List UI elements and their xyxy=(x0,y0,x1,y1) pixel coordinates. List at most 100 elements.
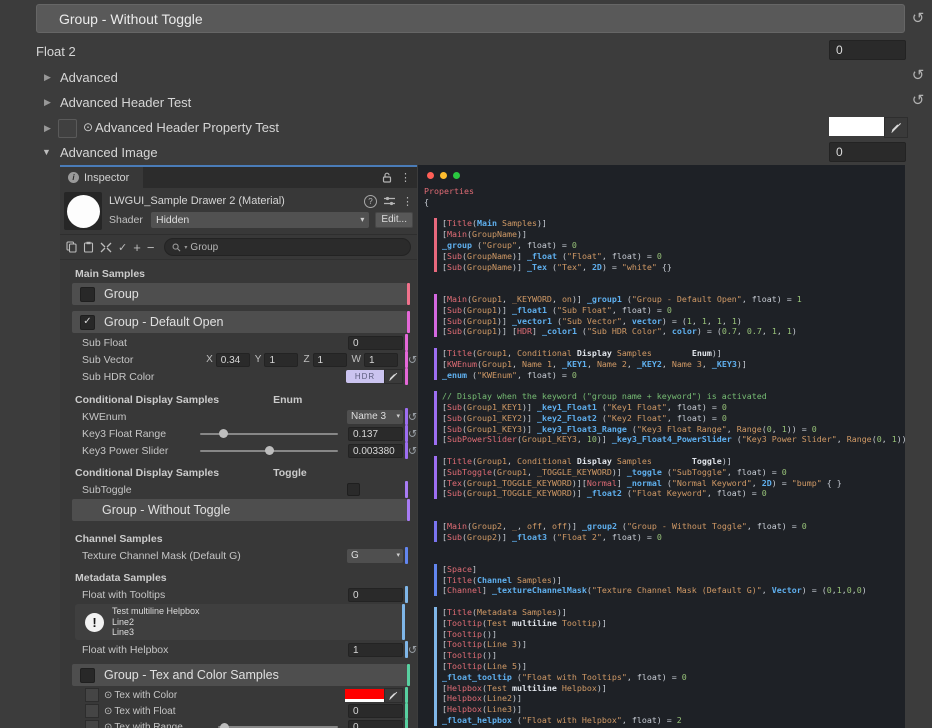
group-checkbox[interactable] xyxy=(80,287,95,302)
chevron-down-icon[interactable]: ▼ xyxy=(42,147,51,157)
group-checkbox[interactable]: ✓ xyxy=(80,315,95,330)
value-field[interactable]: 1 xyxy=(348,643,403,657)
foldout-label[interactable]: Advanced xyxy=(60,70,118,85)
color-swatch[interactable] xyxy=(345,689,384,702)
plus-icon[interactable]: + xyxy=(133,240,141,255)
group-header[interactable]: ✓Group - Default Open xyxy=(72,311,407,333)
revert-icon[interactable]: ↺ xyxy=(910,11,926,27)
section-label: Conditional Display SamplesToggle xyxy=(60,465,417,481)
copy-icon[interactable] xyxy=(66,241,77,253)
material-preview[interactable] xyxy=(64,192,102,230)
texture-thumbnail[interactable] xyxy=(85,688,99,702)
revert-icon[interactable]: ↺ xyxy=(407,427,417,440)
value-field[interactable]: 0 xyxy=(348,704,403,718)
lock-icon[interactable] xyxy=(382,172,392,183)
code-token: ( xyxy=(597,413,607,423)
code-token: "bump" xyxy=(792,478,822,488)
presets-icon[interactable] xyxy=(384,196,395,206)
close-dot-icon[interactable] xyxy=(427,172,434,179)
group-checkbox[interactable] xyxy=(80,668,95,683)
tab-label: Inspector xyxy=(84,172,129,184)
foldout-label[interactable]: Advanced Image xyxy=(60,145,158,160)
value-field[interactable]: 1 xyxy=(313,353,347,367)
value-field[interactable]: 0 xyxy=(348,588,403,602)
value-field[interactable]: 0 xyxy=(829,142,906,162)
code-token: )] xyxy=(712,348,722,358)
help-icon[interactable]: ? xyxy=(364,195,377,208)
chevron-right-icon[interactable]: ▶ xyxy=(44,72,51,83)
minimize-dot-icon[interactable] xyxy=(440,172,447,179)
color-swatch[interactable] xyxy=(829,117,884,136)
code-token: off xyxy=(527,521,542,531)
foldout-label[interactable]: Advanced Header Test xyxy=(60,95,191,110)
revert-icon[interactable]: ↺ xyxy=(910,93,926,109)
checkbox[interactable] xyxy=(347,483,360,496)
eyedropper-button[interactable] xyxy=(384,688,403,703)
section-title: Conditional Display Samples xyxy=(75,467,219,479)
code-token: 2 xyxy=(677,715,682,725)
eyedropper-button[interactable] xyxy=(884,117,908,138)
foldout-label[interactable]: Advanced Header Property Test xyxy=(95,120,279,135)
checkmark-icon[interactable]: ✓ xyxy=(118,241,127,254)
slider-track[interactable] xyxy=(200,433,338,435)
edit-shader-button[interactable]: Edit... xyxy=(375,212,413,228)
code-token: "white" xyxy=(622,262,657,272)
group-header[interactable]: Group - Without Toggle xyxy=(72,499,407,521)
value-field[interactable]: 0 xyxy=(348,720,403,728)
code-token: Metadata Samples xyxy=(477,607,557,617)
code-token: )] xyxy=(512,262,527,272)
code-token: )] xyxy=(522,413,537,423)
dropdown[interactable]: G xyxy=(347,549,403,563)
revert-icon[interactable]: ↺ xyxy=(407,353,417,366)
chevron-right-icon[interactable]: ▶ xyxy=(44,97,51,108)
group-header-without-toggle[interactable]: Group - Without Toggle xyxy=(36,4,905,33)
code-token: )] xyxy=(497,316,512,326)
shader-dropdown[interactable]: Hidden ▾ xyxy=(151,212,369,228)
code-token: off xyxy=(552,521,567,531)
code-token: {} xyxy=(657,262,672,272)
value-field[interactable]: 0 xyxy=(829,40,906,60)
value-field[interactable]: 1 xyxy=(364,353,398,367)
eyedropper-button[interactable] xyxy=(384,369,403,384)
value-field[interactable]: 1 xyxy=(264,353,298,367)
code-token: Conditional xyxy=(517,348,572,358)
revert-icon[interactable]: ↺ xyxy=(407,410,417,423)
revert-icon[interactable]: ↺ xyxy=(910,68,926,84)
paste-icon[interactable] xyxy=(83,241,94,253)
group-color-bar xyxy=(407,499,410,521)
hdr-color-swatch[interactable]: HDR xyxy=(346,370,384,383)
revert-icon[interactable]: ↺ xyxy=(407,444,417,457)
group-header[interactable]: Group xyxy=(72,283,407,305)
minus-icon[interactable]: − xyxy=(147,240,155,255)
value-field[interactable]: 0.003380 xyxy=(348,444,403,458)
code-line: _enum ("KWEnum", float) = 0 xyxy=(442,370,905,381)
header-checkbox[interactable] xyxy=(58,119,77,138)
collapse-icon[interactable] xyxy=(100,242,112,253)
code-token: ] xyxy=(617,478,627,488)
chevron-right-icon[interactable]: ▶ xyxy=(44,123,51,134)
code-line: Properties xyxy=(424,186,905,197)
value-field[interactable]: 0.34 xyxy=(216,353,250,367)
slider-thumb[interactable] xyxy=(219,429,228,438)
kebab-menu-icon[interactable]: ⋮ xyxy=(400,171,411,184)
kebab-menu-icon[interactable]: ⋮ xyxy=(402,195,413,208)
value-field[interactable]: 0.137 xyxy=(348,427,403,441)
texture-thumbnail[interactable] xyxy=(85,720,99,728)
group-color-bar xyxy=(405,687,408,703)
revert-icon[interactable]: ↺ xyxy=(407,643,417,656)
group-header[interactable]: Group - Tex and Color Samples xyxy=(72,664,407,686)
code-token: Group1_TOGGLE_KEYWORD xyxy=(467,478,572,488)
code-token: Line2 xyxy=(487,693,512,703)
section-label: Conditional Display SamplesEnum xyxy=(60,392,417,408)
search-input[interactable]: ▾ Group xyxy=(164,238,411,256)
slider-thumb[interactable] xyxy=(265,446,274,455)
tab-inspector[interactable]: i Inspector xyxy=(60,167,143,188)
slider-track[interactable] xyxy=(200,450,338,452)
dropdown[interactable]: Name 3 xyxy=(347,410,403,424)
texture-thumbnail[interactable] xyxy=(85,704,99,718)
maximize-dot-icon[interactable] xyxy=(453,172,460,179)
code-token: )] xyxy=(517,639,527,649)
value-field[interactable]: 0 xyxy=(348,336,403,350)
slider-thumb[interactable] xyxy=(220,723,229,728)
code-token: , xyxy=(772,424,782,434)
